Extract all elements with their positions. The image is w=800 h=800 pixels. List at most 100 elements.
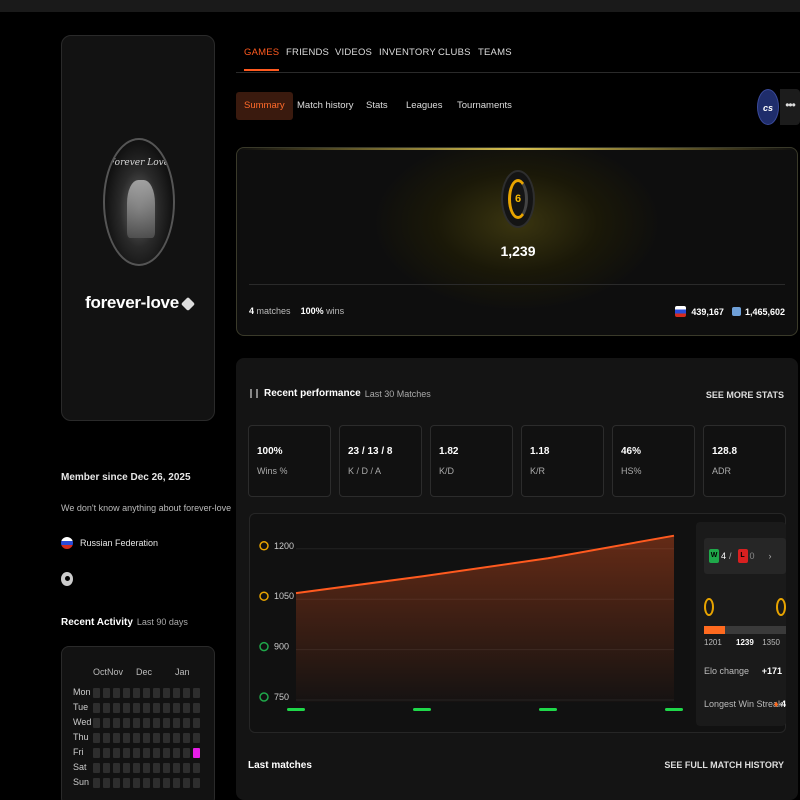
activity-cell[interactable]	[173, 688, 180, 698]
activity-cell[interactable]	[123, 688, 130, 698]
activity-cell[interactable]	[143, 748, 150, 758]
activity-cell[interactable]	[173, 763, 180, 773]
activity-cell[interactable]	[153, 748, 160, 758]
activity-cell[interactable]	[93, 688, 100, 698]
activity-cell[interactable]	[173, 718, 180, 728]
activity-cell[interactable]	[113, 703, 120, 713]
activity-cell[interactable]	[153, 718, 160, 728]
activity-cell[interactable]	[123, 733, 130, 743]
activity-cell[interactable]	[123, 763, 130, 773]
activity-cell[interactable]	[133, 718, 140, 728]
tab-clubs[interactable]: CLUBS	[438, 47, 471, 58]
activity-cell[interactable]	[193, 748, 200, 758]
activity-cell[interactable]	[113, 733, 120, 743]
activity-cell[interactable]	[143, 703, 150, 713]
activity-cell[interactable]	[173, 703, 180, 713]
activity-cell[interactable]	[143, 778, 150, 788]
cs-logo-icon[interactable]: cs	[757, 89, 779, 125]
activity-cell[interactable]	[183, 778, 190, 788]
subtab-summary[interactable]: Summary	[236, 92, 293, 120]
activity-cell[interactable]	[113, 748, 120, 758]
tab-teams[interactable]: TEAMS	[478, 47, 512, 58]
activity-cell[interactable]	[103, 778, 110, 788]
subtab-tournaments[interactable]: Tournaments	[457, 92, 512, 120]
activity-cell[interactable]	[113, 688, 120, 698]
activity-cell[interactable]	[143, 718, 150, 728]
activity-cell[interactable]	[133, 703, 140, 713]
activity-cell[interactable]	[153, 733, 160, 743]
win-loss-box[interactable]: W 4 / L 0 ›	[704, 538, 786, 574]
activity-cell[interactable]	[153, 703, 160, 713]
activity-cell[interactable]	[93, 733, 100, 743]
match-result-marker[interactable]	[287, 708, 305, 711]
activity-cell[interactable]	[103, 763, 110, 773]
activity-cell[interactable]	[103, 688, 110, 698]
activity-cell[interactable]	[183, 733, 190, 743]
activity-cell[interactable]	[123, 718, 130, 728]
activity-cell[interactable]	[193, 763, 200, 773]
activity-cell[interactable]	[103, 748, 110, 758]
see-more-stats-link[interactable]: SEE MORE STATS	[706, 390, 784, 400]
activity-cell[interactable]	[153, 778, 160, 788]
activity-cell[interactable]	[93, 703, 100, 713]
activity-cell[interactable]	[163, 718, 170, 728]
activity-cell[interactable]	[183, 703, 190, 713]
activity-cell[interactable]	[113, 763, 120, 773]
activity-cell[interactable]	[163, 688, 170, 698]
avatar[interactable]: Forever Love	[103, 138, 176, 266]
activity-cell[interactable]	[103, 718, 110, 728]
activity-cell[interactable]	[133, 778, 140, 788]
activity-cell[interactable]	[143, 733, 150, 743]
activity-cell[interactable]	[193, 718, 200, 728]
tab-videos[interactable]: VIDEOS	[335, 47, 372, 58]
subtab-leagues[interactable]: Leagues	[406, 92, 442, 120]
activity-cell[interactable]	[133, 733, 140, 743]
activity-cell[interactable]	[123, 748, 130, 758]
activity-cell[interactable]	[173, 778, 180, 788]
activity-cell[interactable]	[93, 718, 100, 728]
activity-cell[interactable]	[133, 748, 140, 758]
activity-cell[interactable]	[193, 733, 200, 743]
activity-cell[interactable]	[163, 763, 170, 773]
subtab-stats[interactable]: Stats	[366, 92, 388, 120]
activity-cell[interactable]	[93, 778, 100, 788]
activity-cell[interactable]	[123, 703, 130, 713]
activity-cell[interactable]	[163, 703, 170, 713]
activity-cell[interactable]	[153, 763, 160, 773]
activity-cell[interactable]	[93, 763, 100, 773]
see-full-history-link[interactable]: SEE FULL MATCH HISTORY	[664, 760, 784, 770]
activity-cell[interactable]	[173, 748, 180, 758]
activity-cell[interactable]	[183, 718, 190, 728]
match-result-marker[interactable]	[413, 708, 431, 711]
activity-cell[interactable]	[193, 688, 200, 698]
activity-cell[interactable]	[143, 763, 150, 773]
more-options-button[interactable]: •••	[780, 89, 800, 125]
activity-cell[interactable]	[143, 688, 150, 698]
match-result-marker[interactable]	[665, 708, 683, 711]
global-rank[interactable]: 1,465,602	[745, 307, 785, 317]
activity-cell[interactable]	[93, 748, 100, 758]
activity-cell[interactable]	[123, 778, 130, 788]
activity-cell[interactable]	[183, 748, 190, 758]
activity-cell[interactable]	[133, 763, 140, 773]
tab-inventory[interactable]: INVENTORY	[379, 47, 436, 58]
activity-cell[interactable]	[183, 763, 190, 773]
activity-cell[interactable]	[113, 718, 120, 728]
activity-cell[interactable]	[113, 778, 120, 788]
activity-cell[interactable]	[163, 733, 170, 743]
country-rank[interactable]: 439,167	[691, 307, 724, 317]
activity-cell[interactable]	[193, 778, 200, 788]
activity-cell[interactable]	[193, 703, 200, 713]
activity-cell[interactable]	[183, 688, 190, 698]
activity-cell[interactable]	[153, 688, 160, 698]
subtab-match-history[interactable]: Match history	[297, 92, 354, 120]
match-result-marker[interactable]	[539, 708, 557, 711]
activity-cell[interactable]	[163, 778, 170, 788]
tab-games[interactable]: GAMES	[244, 47, 280, 71]
activity-cell[interactable]	[173, 733, 180, 743]
tab-friends[interactable]: FRIENDS	[286, 47, 329, 58]
activity-cell[interactable]	[103, 733, 110, 743]
activity-cell[interactable]	[103, 703, 110, 713]
activity-cell[interactable]	[163, 748, 170, 758]
activity-cell[interactable]	[133, 688, 140, 698]
